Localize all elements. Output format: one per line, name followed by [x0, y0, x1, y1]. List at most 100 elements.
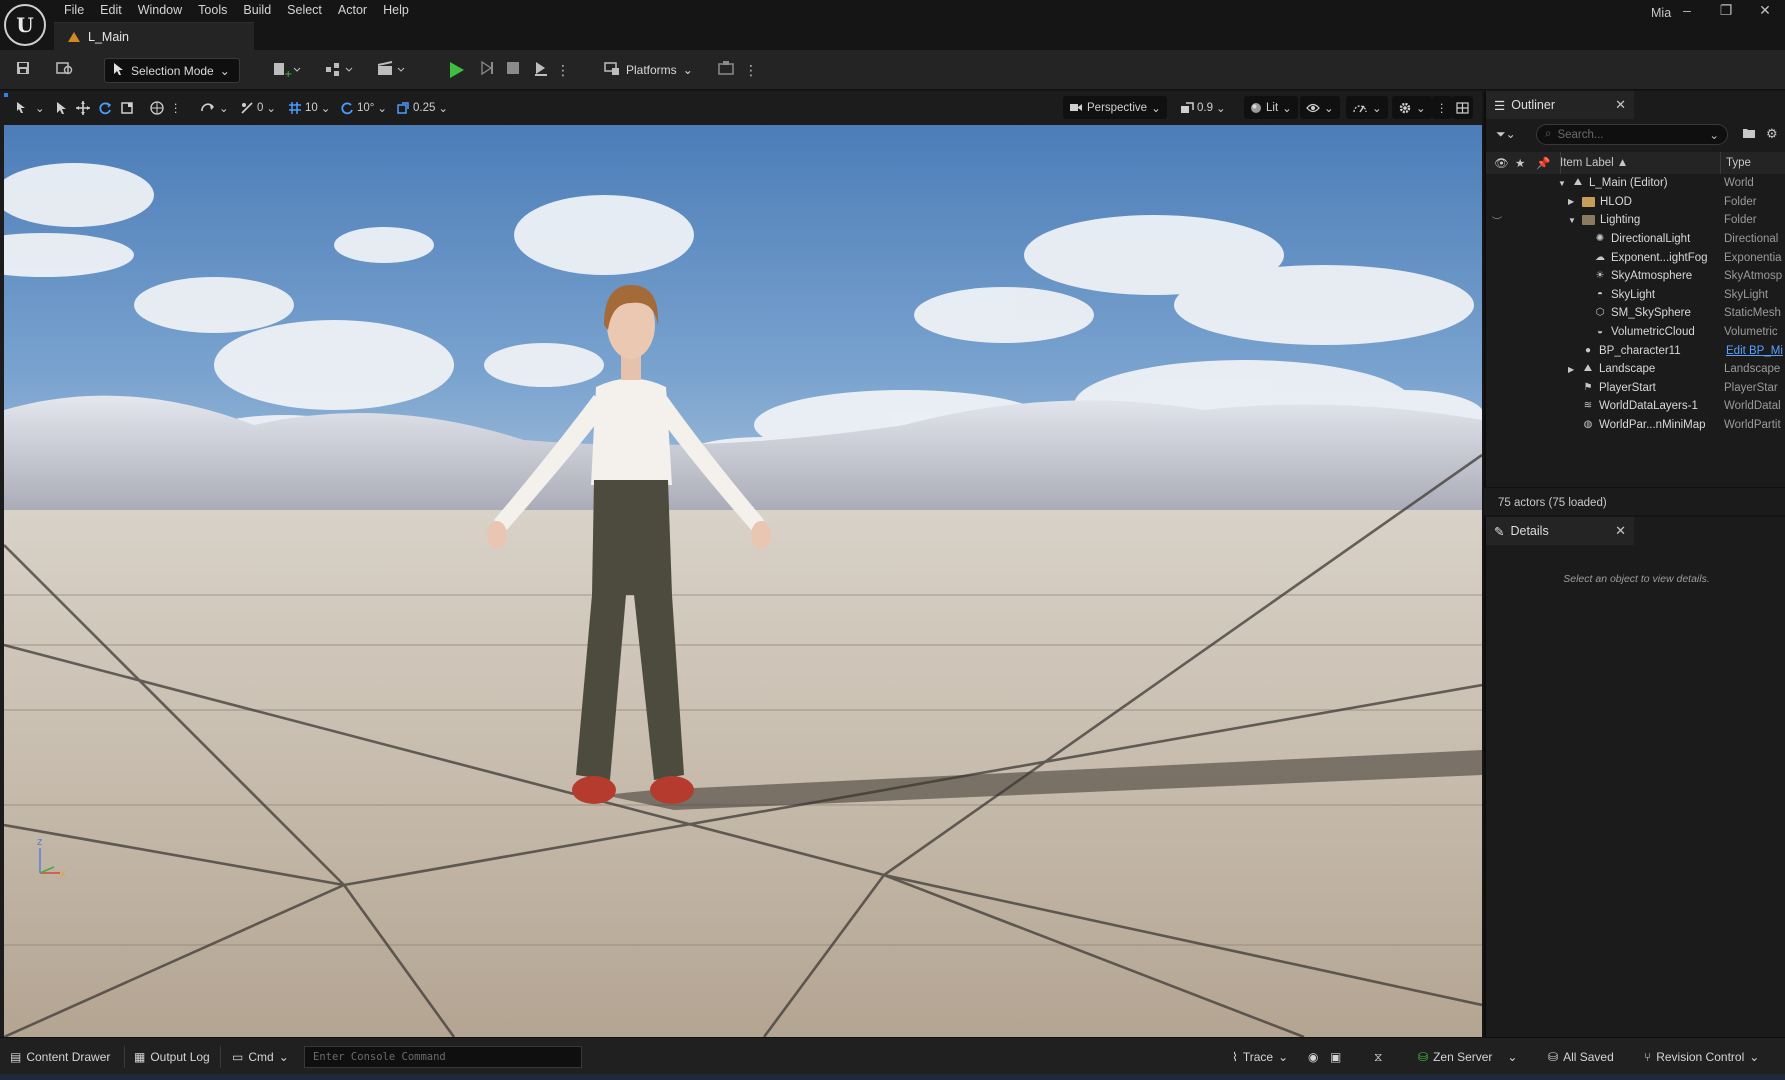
derived-data-icon[interactable]: ⧖ — [1374, 1047, 1382, 1067]
user-name[interactable]: Mia — [1651, 6, 1671, 20]
tree-row-bp-character[interactable]: ● BP_character11 Edit BP_Mi — [1486, 341, 1785, 360]
viewport-options-icon[interactable]: ⌄ — [16, 99, 45, 117]
transform-options-icon[interactable]: ⋮ — [170, 99, 182, 117]
screenshot-icon[interactable]: ▣ — [1330, 1047, 1341, 1067]
selection-mode-dropdown[interactable]: Selection Mode ⌄ — [104, 58, 240, 83]
close-details-icon[interactable]: ✕ — [1615, 523, 1626, 539]
record-icon[interactable]: ◉ — [1308, 1047, 1318, 1067]
output-log-button[interactable]: ▦ Output Log — [134, 1047, 210, 1067]
add-actor-icon[interactable]: + — [270, 60, 304, 80]
minimize-button[interactable]: – — [1672, 2, 1702, 20]
outliner-search-input[interactable]: ⌕ Search... ⌄ — [1536, 124, 1728, 145]
add-folder-icon[interactable] — [1742, 127, 1756, 142]
console-command-input[interactable]: Enter Console Command — [304, 1046, 582, 1068]
rotation-snap-toggle[interactable]: 10° ⌄ — [340, 99, 387, 117]
platforms-dropdown[interactable]: Platforms ⌄ — [604, 60, 693, 80]
restore-button[interactable]: ❐ — [1711, 2, 1741, 20]
blueprint-icon[interactable] — [322, 60, 356, 80]
trace-icon: ⌇ — [1232, 1050, 1238, 1064]
cloud-icon: ◒ — [1596, 326, 1604, 338]
outliner-settings-icon[interactable]: ⚙ — [1766, 126, 1778, 142]
tree-row-hlod[interactable]: ▶ HLOD Folder — [1486, 193, 1785, 212]
rotate-snap-toggle[interactable]: 0 ⌄ — [240, 99, 276, 117]
tree-row-landscape[interactable]: ▶ ⛰ Landscape Landscape — [1486, 360, 1785, 379]
favorite-column-icon[interactable]: ★ — [1515, 156, 1525, 170]
viewport-scene: z x — [4, 125, 1482, 1037]
translate-tool-icon[interactable] — [76, 99, 90, 117]
level-viewport[interactable]: z x — [4, 125, 1482, 1037]
tree-row-l-main[interactable]: ▼ ⛰ L_Main (Editor) World — [1486, 174, 1785, 193]
browse-icon[interactable] — [54, 60, 76, 80]
close-window-button[interactable]: ✕ — [1750, 2, 1780, 20]
terminal-icon: ▭ — [232, 1050, 244, 1064]
row-type: WorldPartit — [1724, 419, 1781, 432]
tree-row-worldpartition-minimap[interactable]: ◍ WorldPar...nMiniMap WorldPartit — [1486, 416, 1785, 435]
details-empty-message: Select an object to view details. — [1563, 573, 1710, 585]
visibility-column-icon[interactable]: 👁 — [1494, 156, 1509, 170]
select-tool-icon[interactable] — [56, 99, 68, 117]
cmd-dropdown[interactable]: ▭ Cmd ⌄ — [232, 1047, 289, 1067]
play-button[interactable] — [450, 62, 464, 78]
rotate-tool-icon[interactable] — [98, 99, 112, 117]
unreal-logo-icon[interactable]: U — [4, 4, 46, 46]
scale-snap-toggle[interactable]: 0.25 ⌄ — [396, 99, 448, 117]
hidden-eye-icon[interactable]: ︶ — [1492, 213, 1502, 228]
menu-tools[interactable]: Tools — [190, 0, 235, 22]
outliner-tab[interactable]: ☰ Outliner ✕ — [1486, 91, 1634, 119]
tree-row-volumetriccloud[interactable]: ◒ VolumetricCloud Volumetric — [1486, 323, 1785, 342]
zen-server-dropdown[interactable]: ⛁ Zen Server ⌄ — [1418, 1047, 1517, 1067]
menu-actor[interactable]: Actor — [330, 0, 375, 22]
grid-snap-toggle[interactable]: 10 ⌄ — [288, 99, 330, 117]
perspective-dropdown[interactable]: Perspective ⌄ — [1063, 96, 1167, 119]
item-label-column[interactable]: Item Label ▲ — [1560, 157, 1628, 169]
details-tab[interactable]: ✎ Details ✕ — [1486, 517, 1634, 545]
world-local-icon[interactable] — [150, 99, 164, 117]
settings-toggle-icon[interactable] — [716, 60, 738, 80]
log-icon: ▦ — [134, 1050, 146, 1064]
trace-dropdown[interactable]: ⌇ Trace ⌄ — [1232, 1047, 1288, 1067]
edit-blueprint-link[interactable]: Edit BP_Mi — [1726, 345, 1785, 357]
all-saved-button[interactable]: ⛁ All Saved — [1548, 1047, 1614, 1067]
menu-window[interactable]: Window — [130, 0, 190, 22]
save-icon[interactable] — [12, 60, 34, 80]
camera-speed-dropdown[interactable]: 0.9 ⌄ — [1180, 99, 1226, 117]
show-flags-dropdown[interactable]: ⌄ — [1300, 96, 1340, 119]
menu-help[interactable]: Help — [375, 0, 417, 22]
tree-row-skyatmosphere[interactable]: ☀ SkyAtmosphere SkyAtmosp — [1486, 267, 1785, 286]
content-drawer-button[interactable]: ▤ Content Drawer — [10, 1047, 110, 1067]
lit-dropdown[interactable]: Lit ⌄ — [1244, 96, 1298, 119]
pin-column-icon[interactable]: 📌 — [1536, 156, 1550, 170]
tree-row-fog[interactable]: ☁ Exponent...ightFog Exponentia — [1486, 248, 1785, 267]
surface-snap-icon[interactable]: ⌄ — [200, 99, 229, 117]
scale-tool-icon[interactable] — [120, 99, 134, 117]
menu-edit[interactable]: Edit — [92, 0, 130, 22]
close-outliner-icon[interactable]: ✕ — [1615, 97, 1626, 113]
viewport-layout-icon[interactable] — [1452, 96, 1473, 119]
tree-row-skylight[interactable]: ◓ SkyLight SkyLight — [1486, 286, 1785, 305]
scalability-dropdown[interactable]: ⌄ — [1346, 96, 1388, 119]
tree-row-worlddatalayers[interactable]: ≋ WorldDataLayers-1 WorldDatal — [1486, 397, 1785, 416]
pawn-icon: ● — [1584, 344, 1592, 356]
tree-row-playerstart[interactable]: ⚑ PlayerStart PlayerStar — [1486, 379, 1785, 398]
tree-row-skysphere[interactable]: ⬡ SM_SkySphere StaticMesh — [1486, 304, 1785, 323]
server-icon: ⛁ — [1418, 1050, 1429, 1064]
level-document-tab[interactable]: L_Main — [54, 22, 254, 50]
menu-select[interactable]: Select — [279, 0, 330, 22]
step-icon[interactable] — [476, 60, 498, 80]
menu-build[interactable]: Build — [235, 0, 279, 22]
toolbar-options-icon[interactable]: ⋮ — [744, 60, 758, 80]
menu-file[interactable]: File — [56, 0, 92, 22]
eject-play-icon[interactable] — [530, 60, 552, 80]
type-column[interactable]: Type — [1726, 157, 1751, 169]
chevron-down-icon: ⌄ — [1507, 1050, 1518, 1064]
play-options-icon[interactable]: ⋮ — [556, 60, 570, 80]
filter-icon[interactable]: ⏷⌄ — [1496, 127, 1516, 142]
stop-icon[interactable] — [502, 60, 524, 80]
cinematics-icon[interactable] — [374, 60, 408, 80]
viewport-settings-dropdown[interactable]: ⌄ — [1392, 96, 1432, 119]
flag-icon: ⚑ — [1583, 381, 1593, 393]
viewport-more-icon[interactable]: ⋮ — [1432, 96, 1452, 119]
tree-row-directionallight[interactable]: ✺ DirectionalLight Directional — [1486, 230, 1785, 249]
revision-control-dropdown[interactable]: ⑂ Revision Control ⌄ — [1644, 1047, 1759, 1067]
tree-row-lighting[interactable]: ︶ ▼ Lighting Folder — [1486, 211, 1785, 230]
